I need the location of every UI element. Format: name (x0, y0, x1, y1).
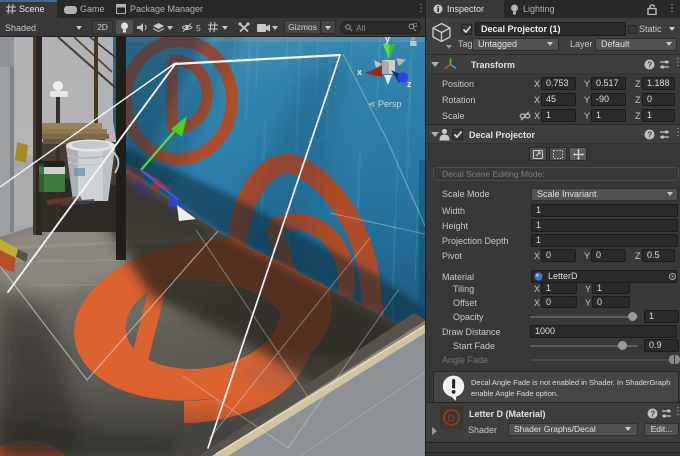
svg-text:z: z (407, 79, 412, 89)
svg-text:x: x (357, 67, 362, 77)
svg-text:?: ? (647, 60, 652, 69)
svg-text:?: ? (650, 409, 655, 418)
svg-text:?: ? (647, 130, 652, 139)
svg-text:D: D (448, 414, 455, 425)
svg-text:y: y (385, 37, 390, 44)
svg-text:⋖ Persp: ⋖ Persp (368, 99, 402, 109)
